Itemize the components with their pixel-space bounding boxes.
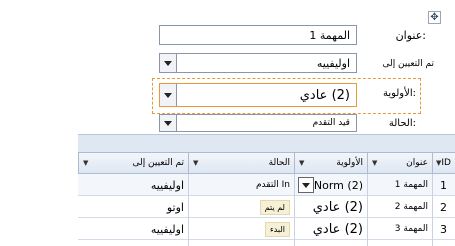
assigned-to-label: تم التعيين إلى xyxy=(382,59,434,69)
column-header-assigned[interactable]: تم التعيين إلى ▼ xyxy=(78,152,188,174)
chevron-down-icon[interactable]: ▼ xyxy=(372,159,377,167)
title-label: عنوان: xyxy=(395,29,426,42)
assigned-to-value: اوليفييه xyxy=(316,56,350,70)
cell-assigned[interactable]: اوتو xyxy=(78,196,188,218)
column-header-id[interactable]: ID ▼ xyxy=(432,152,455,174)
assigned-to-combobox[interactable]: اوليفييه xyxy=(159,53,357,73)
cell-title[interactable]: المهمة 2 xyxy=(367,196,432,218)
cell-id[interactable]: 2 xyxy=(432,196,455,218)
cell-status[interactable]: In التقدم xyxy=(188,174,294,196)
status-badge: لم يتم xyxy=(259,199,290,215)
cell-priority[interactable]: (2) عادي xyxy=(294,196,367,218)
cell-title[interactable]: المهمة 1 xyxy=(367,174,432,196)
chevron-down-icon[interactable]: ▼ xyxy=(83,159,88,167)
status-badge: البدء xyxy=(264,221,290,237)
chevron-down-icon[interactable] xyxy=(160,54,177,72)
chevron-down-icon[interactable] xyxy=(160,115,177,131)
move-handle-icon[interactable]: ✥ xyxy=(428,11,441,24)
title-input-value: المهمة 1 xyxy=(309,28,350,42)
priority-combobox[interactable]: (2) عادي xyxy=(159,83,357,107)
cell-assigned[interactable]: اوليفييه xyxy=(78,218,188,240)
title-input[interactable]: المهمة 1 xyxy=(159,25,357,45)
cell-priority[interactable]: (2) عادي xyxy=(294,218,367,240)
chevron-down-icon[interactable]: ▼ xyxy=(299,159,304,167)
cell-id[interactable]: 3 xyxy=(432,218,455,240)
column-header-priority[interactable]: الأولوية ▼ xyxy=(294,152,367,174)
column-header-status[interactable]: الحالة ▼ xyxy=(188,152,294,174)
chevron-down-icon[interactable] xyxy=(160,84,177,106)
cell-status[interactable]: البدء xyxy=(188,218,294,240)
cell-priority[interactable]: (2) Norm xyxy=(294,174,367,196)
chevron-down-icon[interactable]: ▼ xyxy=(436,159,441,167)
status-label: الحالة: xyxy=(388,118,416,129)
priority-label: الأولوية: xyxy=(382,88,416,99)
cell-status[interactable]: لم يتم xyxy=(188,196,294,218)
status-value: قيد التقدم xyxy=(312,118,350,128)
cell-title[interactable]: المهمة 3 xyxy=(367,218,432,240)
priority-value: (2) عادي xyxy=(299,87,350,103)
chevron-down-icon[interactable] xyxy=(298,177,314,193)
cell-assigned[interactable]: اوليفييه xyxy=(78,174,188,196)
chevron-down-icon[interactable]: ▼ xyxy=(193,159,198,167)
datasheet-panel-bar xyxy=(78,134,455,152)
column-header-title[interactable]: عنوان ▼ xyxy=(367,152,432,174)
status-combobox[interactable]: قيد التقدم xyxy=(159,114,357,132)
cell-id[interactable]: 1 xyxy=(432,174,455,196)
